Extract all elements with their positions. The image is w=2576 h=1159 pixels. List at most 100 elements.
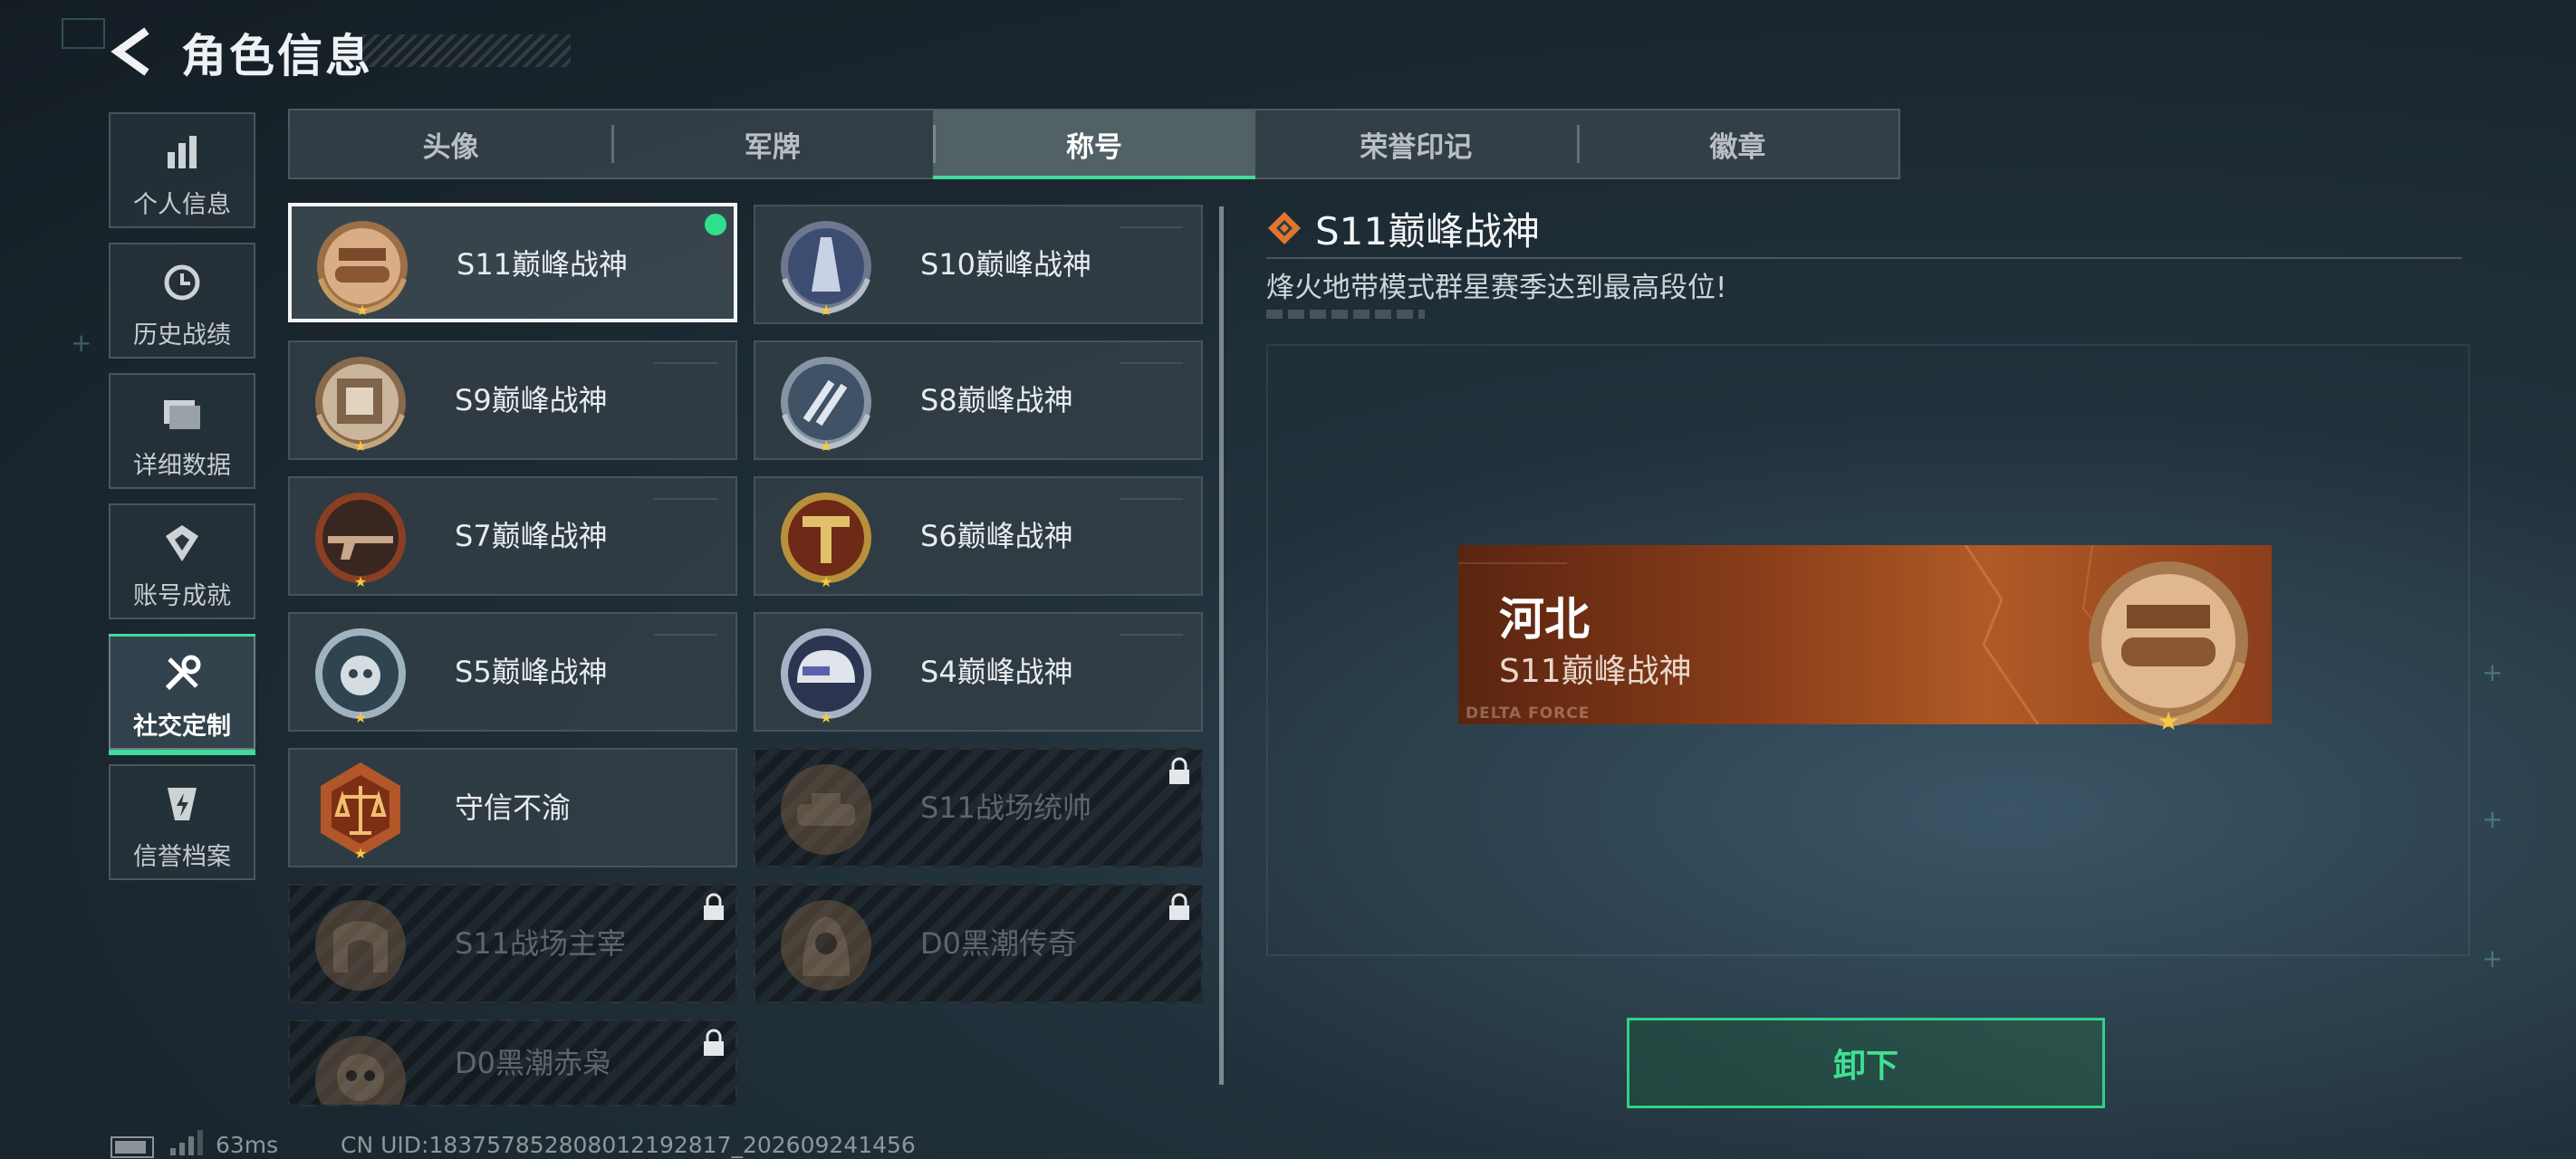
tab-badge[interactable]: 徽章 [1576, 110, 1898, 177]
sidebar-item-label: 个人信息 [133, 191, 231, 219]
shield-lightning-icon [111, 782, 254, 826]
title-name: D0黑潮赤枭 [455, 1046, 612, 1080]
title-card-s8-peak[interactable]: ★ S8巅峰战神 [754, 340, 1203, 460]
hooded-medal-icon [781, 900, 871, 991]
title-name: S10巅峰战神 [920, 247, 1092, 282]
sidebar-item-social-custom[interactable]: 社交定制 [109, 634, 255, 755]
title-name: S6巅峰战神 [920, 519, 1073, 553]
card-decoration [1120, 498, 1183, 500]
title-card-s7-peak[interactable]: ★ S7巅峰战神 [288, 476, 737, 596]
title-name: S7巅峰战神 [455, 519, 608, 553]
sidebar-item-personal-info[interactable]: 个人信息 [109, 112, 255, 228]
lock-icon [704, 1029, 724, 1056]
decor-plus: + [2482, 804, 2504, 834]
clock-history-icon [111, 261, 254, 304]
peak-medal-icon: ★ [781, 357, 871, 453]
detail-divider [1266, 257, 2462, 259]
card-decoration [654, 362, 717, 364]
tab-title[interactable]: 称号 [933, 110, 1255, 179]
title-card-d0-owl[interactable]: D0黑潮赤枭 [288, 1020, 737, 1106]
title-card-s5-peak[interactable]: ★ S5巅峰战神 [288, 612, 737, 732]
detail-description: 烽火地带模式群星赛季达到最高段位! [1266, 272, 1727, 304]
peak-medal-icon: ★ [781, 628, 871, 724]
title-name: S9巅峰战神 [455, 383, 608, 417]
title-card-keep-faith[interactable]: ★ 守信不渝 [288, 748, 737, 867]
decor-plus: + [2482, 657, 2504, 687]
sidebar-item-label: 详细数据 [133, 452, 231, 480]
peak-medal-icon: ★ [315, 493, 406, 589]
peak-medal-icon: ★ [317, 221, 408, 317]
title-name: S4巅峰战神 [920, 655, 1073, 689]
sidebar-item-credit[interactable]: 信誉档案 [109, 764, 255, 880]
page-title: 角色信息 [181, 30, 373, 82]
title-name: 守信不渝 [455, 790, 572, 825]
svg-text:★: ★ [356, 302, 369, 317]
sidebar-item-history[interactable]: 历史战绩 [109, 243, 255, 359]
title-card-s11-peak[interactable]: ★ S11巅峰战神 [288, 203, 737, 322]
back-arrow-icon[interactable] [107, 25, 159, 78]
peak-medal-icon: ★ [781, 221, 871, 317]
decor-plus: + [2482, 943, 2504, 973]
bar-chart-icon [111, 130, 254, 174]
title-name: S5巅峰战神 [455, 655, 608, 689]
tab-dogtag[interactable]: 军牌 [611, 110, 933, 177]
title-card-s4-peak[interactable]: ★ S4巅峰战神 [754, 612, 1203, 732]
title-name: D0黑潮传奇 [920, 926, 1078, 961]
decor-plus: + [71, 328, 92, 358]
title-name: S11战场统帅 [920, 790, 1092, 825]
title-card-s6-peak[interactable]: ★ S6巅峰战神 [754, 476, 1203, 596]
arch-medal-icon [315, 900, 406, 991]
tank-medal-icon [781, 764, 871, 855]
svg-text:★: ★ [820, 437, 832, 453]
title-card-d0-legend[interactable]: D0黑潮传奇 [754, 884, 1203, 1003]
card-decoration [1120, 634, 1183, 636]
category-tabs: 头像 军牌 称号 荣誉印记 徽章 [288, 109, 1900, 179]
title-name: S11战场主宰 [455, 926, 627, 961]
peak-medal-icon: ★ [315, 628, 406, 724]
banner-region: 河北 [1499, 593, 1590, 646]
svg-text:★: ★ [354, 437, 367, 453]
battery-icon [111, 1136, 154, 1158]
tab-avatar[interactable]: 头像 [290, 110, 611, 177]
title-card-s11-dominator[interactable]: S11战场主宰 [288, 884, 737, 1003]
sidebar-item-achievements[interactable]: 账号成就 [109, 503, 255, 619]
card-decoration [1120, 362, 1183, 364]
title-name: S8巅峰战神 [920, 383, 1073, 417]
tab-honor-mark[interactable]: 荣誉印记 [1255, 110, 1577, 177]
scales-medal-icon: ★ [321, 762, 400, 860]
sidebar-item-label: 信誉档案 [133, 843, 231, 871]
peak-medal-icon: ★ [2089, 561, 2248, 732]
card-decoration [654, 634, 717, 636]
sidebar-item-label: 社交定制 [133, 713, 231, 741]
folder-icon [111, 391, 254, 435]
achievement-icon [111, 522, 254, 565]
title-card-s11-commander[interactable]: S11战场统帅 [754, 748, 1203, 867]
list-scrollbar[interactable] [1219, 206, 1224, 1085]
card-decoration [654, 498, 717, 500]
lock-icon [1169, 893, 1189, 920]
svg-text:★: ★ [820, 709, 832, 724]
title-card-s10-peak[interactable]: ★ S10巅峰战神 [754, 205, 1203, 324]
diamond-bullet-icon [1268, 212, 1301, 244]
ping-readout: 63ms [216, 1132, 279, 1158]
skull-medal-icon [315, 1036, 406, 1105]
tools-icon [111, 652, 254, 695]
title-decoration [362, 34, 571, 67]
svg-text:★: ★ [354, 573, 367, 589]
unequip-button[interactable]: 卸下 [1627, 1018, 2105, 1108]
title-name: S11巅峰战神 [457, 247, 629, 282]
detail-title: S11巅峰战神 [1315, 209, 1541, 254]
lock-icon [704, 893, 724, 920]
detail-decoration [1266, 310, 1425, 319]
lock-icon [1169, 757, 1189, 784]
svg-text:★: ★ [354, 709, 367, 724]
peak-medal-icon: ★ [781, 493, 871, 589]
signal-icon [170, 1130, 203, 1155]
card-decoration [1120, 226, 1183, 228]
sidebar-item-label: 账号成就 [133, 582, 231, 610]
sidebar-item-detailed-data[interactable]: 详细数据 [109, 373, 255, 489]
user-uid: CN UID:18375785280801219281‌7_2026092414… [341, 1132, 916, 1158]
title-card-s9-peak[interactable]: ★ S9巅峰战神 [288, 340, 737, 460]
svg-text:★: ★ [820, 302, 832, 317]
peak-medal-icon: ★ [315, 357, 406, 453]
